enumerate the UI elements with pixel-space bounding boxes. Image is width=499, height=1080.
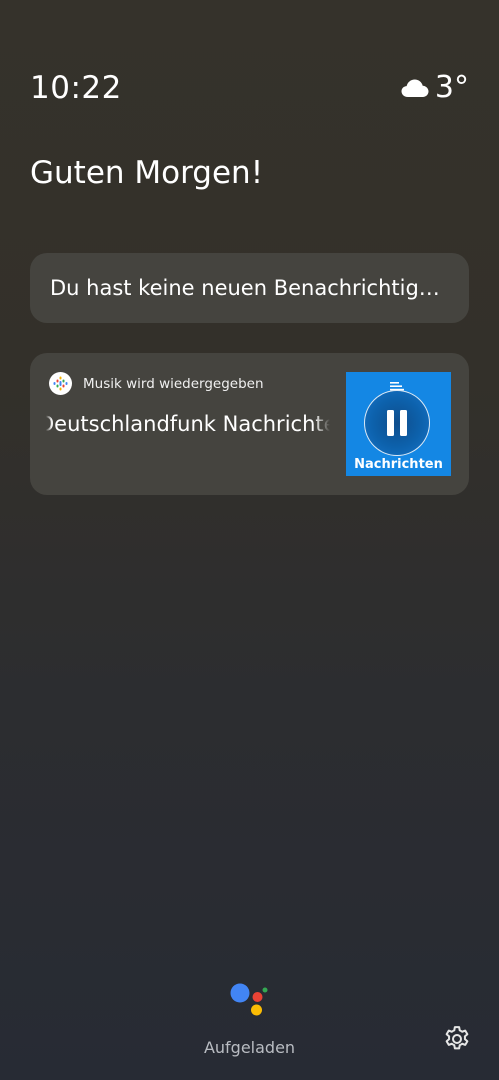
google-assistant-icon[interactable] — [230, 981, 270, 1017]
settings-button[interactable] — [441, 1023, 473, 1055]
pause-button[interactable] — [364, 390, 430, 456]
greeting-title: Guten Morgen! — [30, 155, 264, 191]
playback-status: Musik wird wiedergegeben — [83, 375, 264, 392]
gear-icon — [445, 1026, 469, 1050]
artwork-label: Nachrichten — [354, 457, 443, 472]
pause-icon — [387, 410, 407, 436]
notification-text: Du hast keine neuen Benachrichtigungen — [50, 276, 449, 300]
podcast-app-icon — [49, 372, 72, 395]
clock-time: 10:22 — [30, 70, 122, 106]
charging-status: Aufgeladen — [203, 1038, 296, 1057]
notification-card[interactable]: Du hast keine neuen Benachrichtigungen — [30, 253, 469, 323]
temperature: 3° — [434, 70, 469, 105]
album-artwork[interactable]: Nachrichten — [346, 372, 451, 476]
media-header: Musik wird wiedergegeben — [49, 372, 264, 395]
cloud-icon — [401, 79, 429, 97]
track-title: Deutschlandfunk Nachrichten — [46, 412, 330, 436]
track-title-marquee: Deutschlandfunk Nachrichten — [46, 407, 330, 441]
weather-widget[interactable]: 3° — [401, 66, 469, 110]
media-player-card[interactable]: Musik wird wiedergegeben Deutschlandfunk… — [30, 353, 469, 495]
